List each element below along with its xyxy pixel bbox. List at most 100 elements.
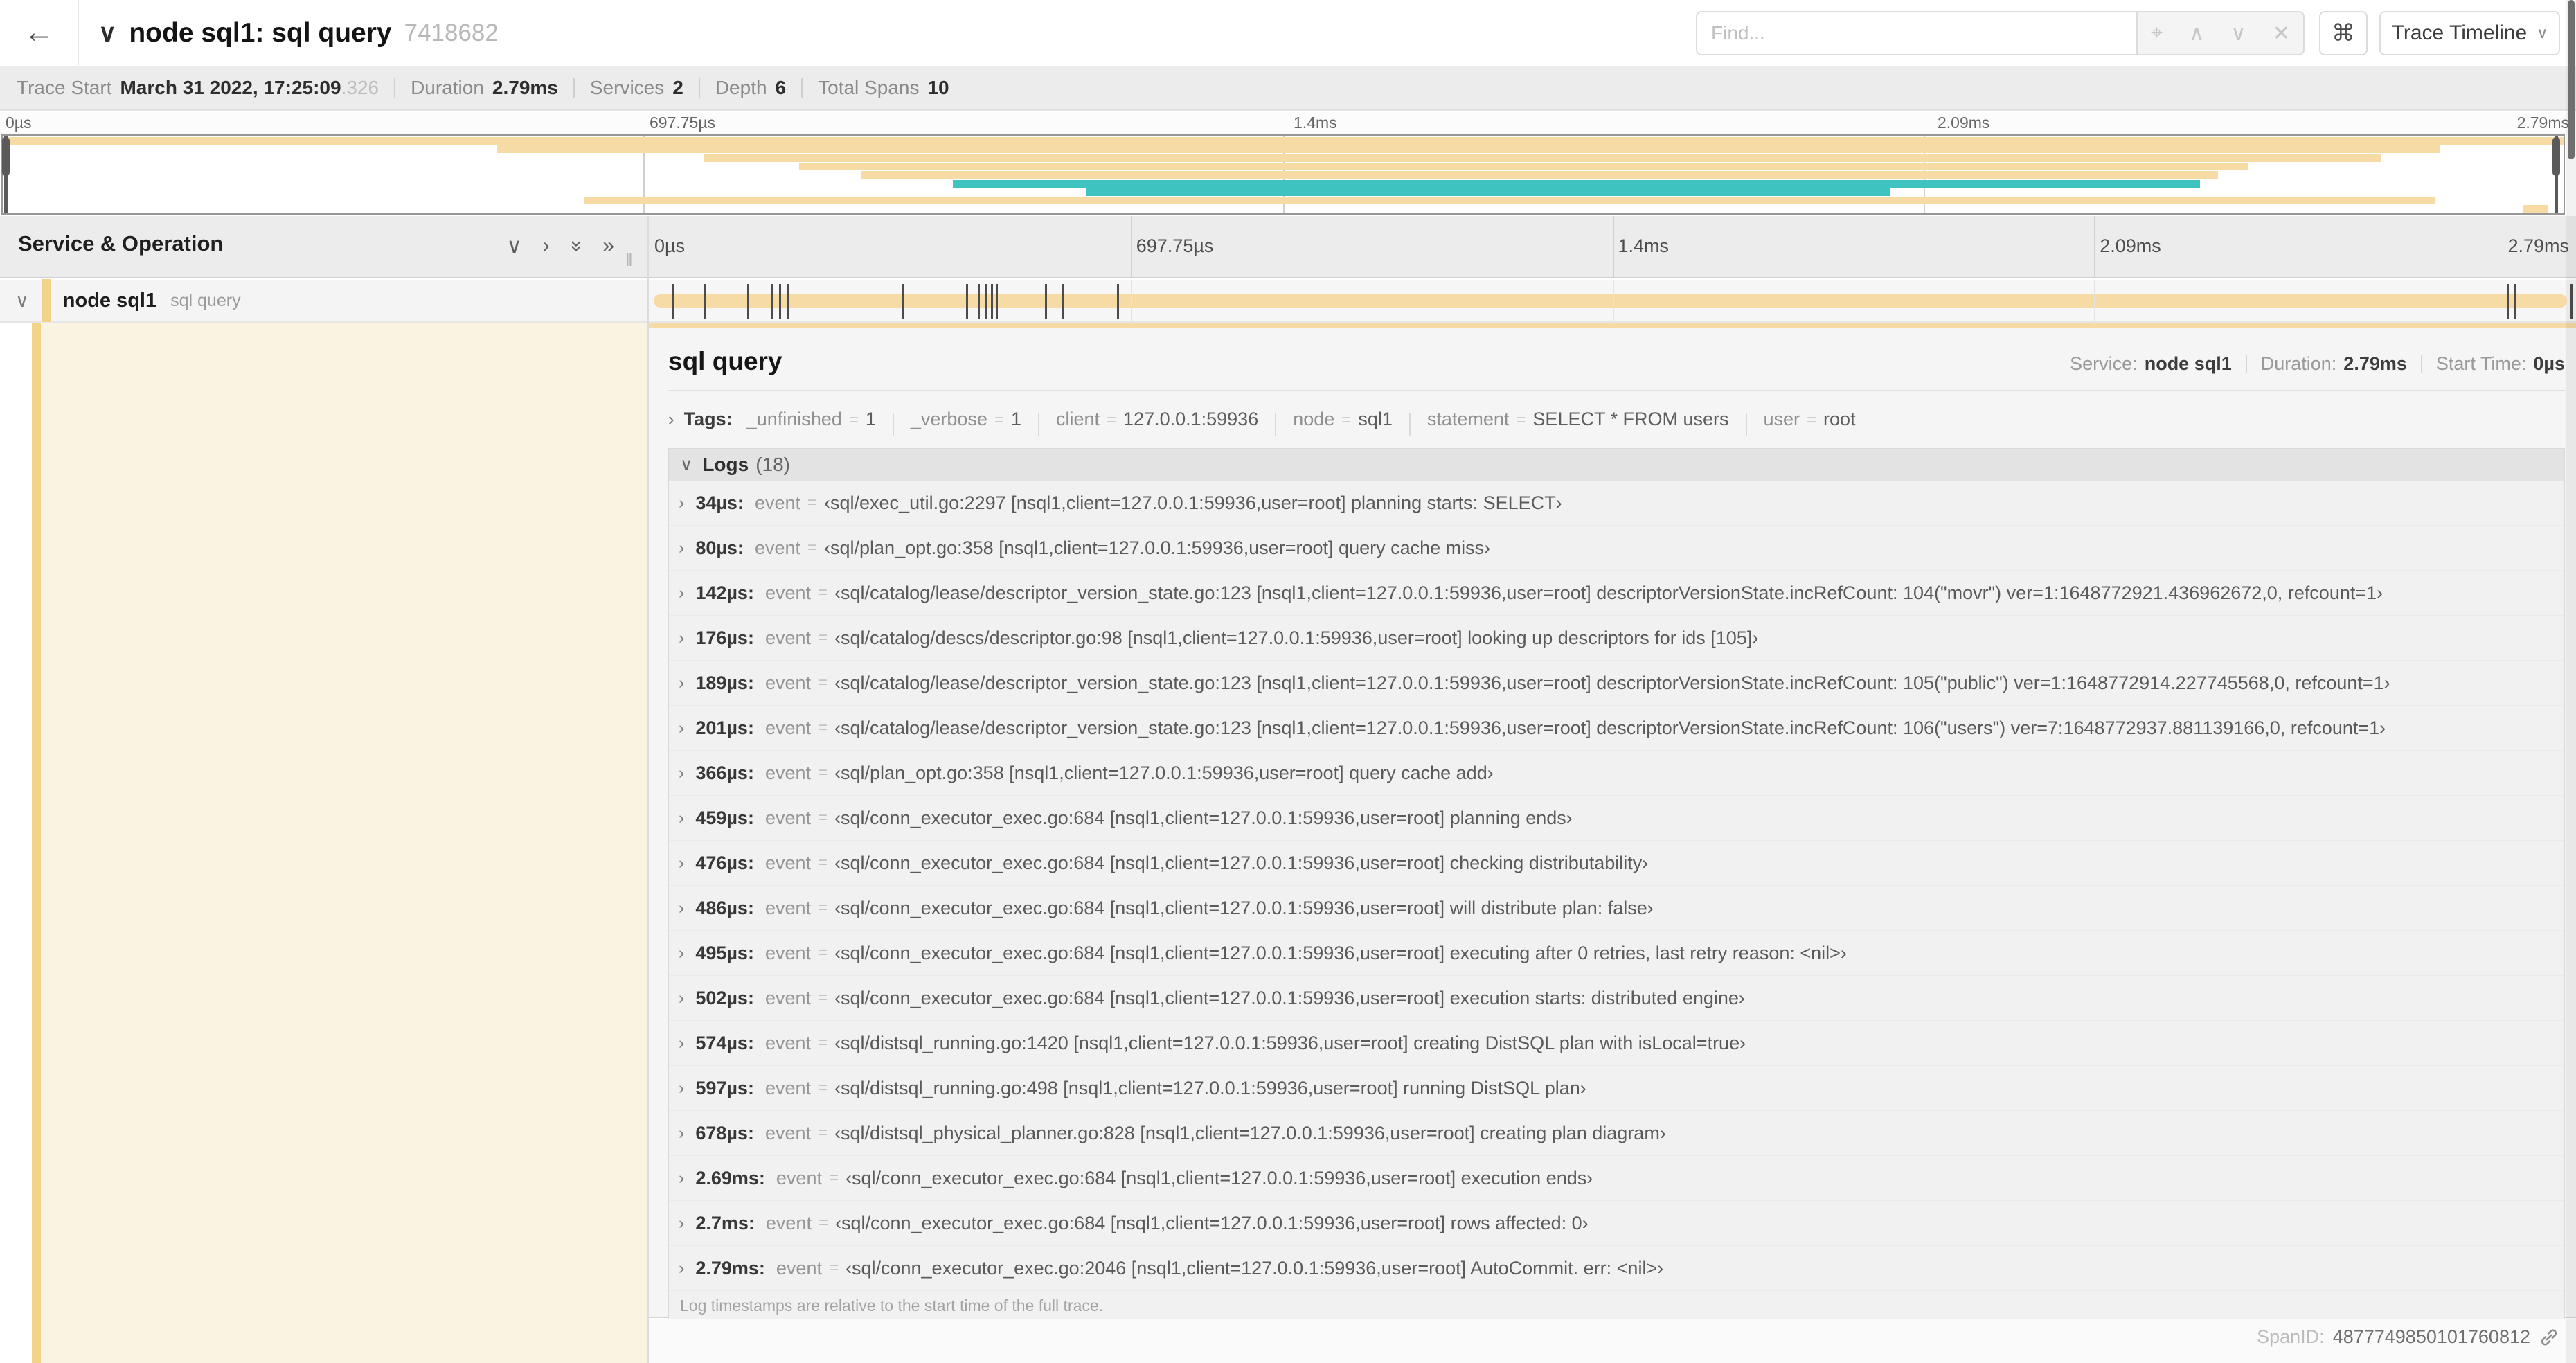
log-event-value: ‹sql/exec_util.go:2297 [nsql1,client=127… bbox=[824, 492, 1562, 513]
log-row[interactable]: › 189µs: event = ‹sql/catalog/lease/descript… bbox=[669, 661, 2564, 706]
expand-all-icon[interactable]: » bbox=[602, 234, 614, 258]
logs-accordion: ∨ Logs (18) › 34µs: event = ‹sql/exec_util.g… bbox=[668, 448, 2565, 1321]
meta-value: node sql1 bbox=[2144, 353, 2232, 374]
span-row-track[interactable] bbox=[649, 280, 2576, 323]
log-row[interactable]: › 459µs: event = ‹sql/conn_executor_exec.go:… bbox=[669, 796, 2564, 841]
log-row[interactable]: › 495µs: event = ‹sql/conn_executor_exec.go:… bbox=[669, 931, 2564, 976]
log-event-key: event bbox=[764, 672, 812, 693]
log-timestamp: 495µs: bbox=[695, 942, 754, 963]
minimap-canvas[interactable] bbox=[1, 134, 2565, 215]
collapse-all-icon[interactable]: » bbox=[564, 240, 588, 252]
column-resize-handle[interactable]: ‖ bbox=[625, 249, 634, 271]
tree-controls: ∨ › » » bbox=[507, 234, 614, 258]
stat-divider bbox=[573, 78, 575, 98]
panel-divider[interactable] bbox=[647, 216, 649, 1363]
minimap-left-scrubber[interactable] bbox=[2, 136, 10, 213]
log-row[interactable]: › 502µs: event = ‹sql/conn_executor_exec.go:… bbox=[669, 976, 2564, 1021]
log-event-tick bbox=[704, 284, 706, 319]
log-event-tick bbox=[1045, 284, 1048, 319]
meta-label: Start Time: bbox=[2435, 353, 2527, 374]
tag-key: user bbox=[1763, 408, 1800, 429]
log-row[interactable]: › 574µs: event = ‹sql/distsql_running.go:142… bbox=[669, 1021, 2564, 1066]
stat-item: Duration 2.79ms bbox=[411, 77, 558, 99]
find-input[interactable] bbox=[1696, 11, 2136, 55]
equals-sign: = bbox=[818, 718, 828, 737]
log-row[interactable]: › 486µs: event = ‹sql/conn_executor_exec.go:… bbox=[669, 886, 2564, 931]
minimap-right-scrubber[interactable] bbox=[2552, 136, 2560, 213]
back-arrow-icon: ← bbox=[24, 15, 54, 49]
log-row[interactable]: › 80µs: event = ‹sql/plan_opt.go:358 [nsql1,… bbox=[669, 526, 2564, 571]
log-event-tick bbox=[977, 284, 980, 319]
tag-divider bbox=[1745, 413, 1747, 436]
top-bar: ← ∨ node sql1: sql query 7418682 ⌖ ∧ ∨ ✕… bbox=[0, 0, 2576, 66]
logs-list: › 34µs: event = ‹sql/exec_util.go:2297 [nsql… bbox=[669, 481, 2564, 1291]
back-button[interactable]: ← bbox=[0, 0, 79, 65]
log-event-tick bbox=[902, 284, 904, 319]
log-event-tick bbox=[2507, 284, 2510, 319]
span-row-label[interactable]: ∨ node sql1 sql query bbox=[0, 279, 647, 323]
expand-one-icon[interactable]: › bbox=[543, 234, 550, 258]
link-icon[interactable] bbox=[2539, 1327, 2559, 1348]
minimap-span-bar bbox=[497, 145, 2441, 153]
find-prev-icon[interactable]: ∧ bbox=[2189, 21, 2204, 46]
find-next-icon[interactable]: ∨ bbox=[2230, 21, 2246, 46]
log-event-key: event bbox=[764, 987, 812, 1008]
log-row[interactable]: › 176µs: event = ‹sql/catalog/descs/descript… bbox=[669, 616, 2564, 661]
span-id-group: SpanID: 4877749850101760812 bbox=[2257, 1326, 2559, 1348]
trace-title-group[interactable]: ∨ node sql1: sql query 7418682 bbox=[98, 0, 499, 66]
collapse-one-icon[interactable]: ∨ bbox=[507, 234, 522, 258]
log-row[interactable]: › 2.7ms: event = ‹sql/conn_executor_exec.go:… bbox=[669, 1201, 2564, 1246]
stat-divider bbox=[801, 78, 803, 98]
minimap-span-bar bbox=[2522, 205, 2548, 213]
log-row[interactable]: › 34µs: event = ‹sql/exec_util.go:2297 [nsql… bbox=[669, 481, 2564, 526]
log-event-value: ‹sql/conn_executor_exec.go:684 [nsql1,cl… bbox=[834, 987, 1745, 1008]
span-collapse-icon[interactable]: ∨ bbox=[15, 290, 29, 312]
find-clear-icon[interactable]: ✕ bbox=[2273, 21, 2290, 46]
timeline-gridline bbox=[1130, 216, 1132, 277]
view-mode-dropdown[interactable]: Trace Timeline ∨ bbox=[2379, 11, 2560, 55]
log-event-key: event bbox=[776, 1167, 822, 1188]
log-event-key: event bbox=[764, 1122, 812, 1143]
tag-divider bbox=[1037, 413, 1039, 436]
log-row[interactable]: › 142µs: event = ‹sql/catalog/lease/descript… bbox=[669, 571, 2564, 616]
log-timestamp: 34µs: bbox=[695, 492, 744, 513]
tags-list: _unfinished = 1 _verbose = 1 client = 127.0.0.1:… bbox=[746, 408, 1856, 436]
log-event-value: ‹sql/catalog/descs/descriptor.go:98 [nsq… bbox=[834, 627, 1759, 648]
equals-sign: = bbox=[818, 988, 828, 1007]
scrollbar-track[interactable] bbox=[2566, 0, 2576, 1363]
equals-sign: = bbox=[1107, 410, 1117, 429]
timeline-tick-label: 2.09ms bbox=[1938, 114, 1990, 132]
log-event-value: ‹sql/plan_opt.go:358 [nsql1,client=127.0… bbox=[834, 762, 1494, 783]
minimap-right-grip[interactable] bbox=[2552, 137, 2560, 176]
tags-accordion[interactable]: › Tags: _unfinished = 1 _verbose = 1 client = 12… bbox=[668, 400, 2565, 438]
log-row[interactable]: › 201µs: event = ‹sql/catalog/lease/descript… bbox=[669, 706, 2564, 751]
log-timestamp: 476µs: bbox=[695, 852, 754, 873]
chevron-right-icon: › bbox=[679, 898, 685, 918]
logs-header[interactable]: ∨ Logs (18) bbox=[669, 449, 2564, 481]
equals-sign: = bbox=[818, 1213, 828, 1232]
log-row[interactable]: › 2.69ms: event = ‹sql/conn_executor_exec.go… bbox=[669, 1156, 2564, 1201]
equals-sign: = bbox=[818, 853, 828, 872]
tags-label: Tags: bbox=[683, 408, 733, 429]
log-event-key: event bbox=[764, 1032, 812, 1053]
log-row[interactable]: › 2.79ms: event = ‹sql/conn_executor_exec.go… bbox=[669, 1246, 2564, 1291]
timeline-ruler: 0µs 697.75µs 1.4ms 2.09ms 2.79ms bbox=[649, 216, 2576, 278]
minimap-span-bar bbox=[704, 154, 2382, 162]
minimap-span-bar bbox=[584, 197, 2436, 204]
tag-value: root bbox=[1823, 408, 1856, 429]
scrollbar-thumb[interactable] bbox=[2568, 0, 2575, 159]
chevron-down-icon: ∨ bbox=[680, 455, 693, 474]
log-row[interactable]: › 476µs: event = ‹sql/conn_executor_exec.go:… bbox=[669, 841, 2564, 886]
log-event-value: ‹sql/conn_executor_exec.go:684 [nsql1,cl… bbox=[834, 942, 1847, 963]
log-event-value: ‹sql/distsql_running.go:498 [nsql1,clien… bbox=[834, 1077, 1586, 1098]
keyboard-shortcuts-button[interactable]: ⌘ bbox=[2319, 11, 2368, 55]
log-event-tick bbox=[995, 284, 998, 319]
timeline-tick-label: 2.79ms bbox=[2507, 235, 2569, 256]
timeline-gridline bbox=[1130, 280, 1132, 321]
log-row[interactable]: › 597µs: event = ‹sql/distsql_running.go:498… bbox=[669, 1066, 2564, 1111]
log-row[interactable]: › 366µs: event = ‹sql/plan_opt.go:358 [nsql1… bbox=[669, 751, 2564, 796]
log-row[interactable]: › 678µs: event = ‹sql/distsql_physical_plann… bbox=[669, 1111, 2564, 1156]
stat-label: Total Spans bbox=[818, 77, 920, 98]
minimap-left-grip[interactable] bbox=[2, 137, 10, 176]
locate-icon[interactable]: ⌖ bbox=[2151, 21, 2163, 45]
